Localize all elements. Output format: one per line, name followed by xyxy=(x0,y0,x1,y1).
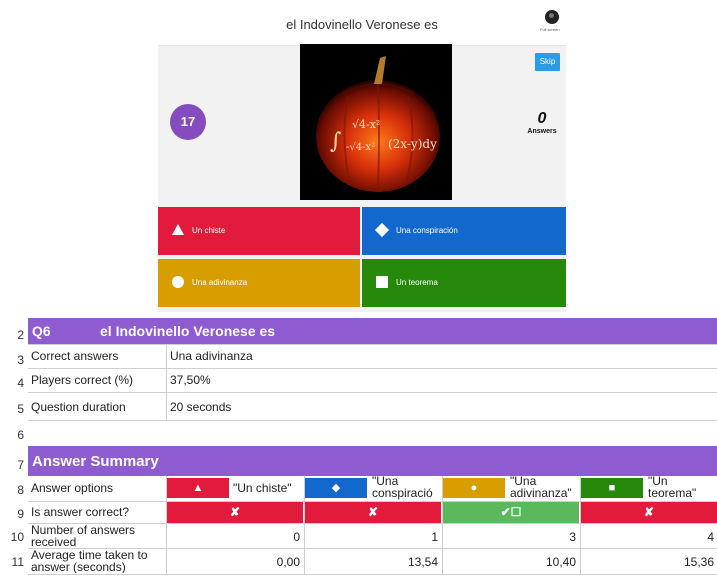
countdown-timer: 17 xyxy=(170,104,206,140)
svg-text:-√4-x²: -√4-x² xyxy=(346,142,375,153)
fullscreen-icon[interactable] xyxy=(545,10,559,24)
info-row: Question duration 20 seconds xyxy=(28,392,717,420)
info-row: Players correct (%) 37,50% xyxy=(28,368,717,392)
grid-line xyxy=(28,420,717,421)
info-label: Players correct (%) xyxy=(31,373,134,387)
answer-option-text: "Una conspiració xyxy=(372,475,433,500)
row-label: Number of answers received xyxy=(31,524,136,548)
row-number: 4 xyxy=(17,376,24,390)
question-title: el Indovinello Veronese es xyxy=(286,17,438,32)
answer-option-text: "Un chiste" xyxy=(233,481,292,495)
answer-shape-cell: ● xyxy=(443,478,505,498)
row-number: 3 xyxy=(17,353,24,367)
row-label: Is answer correct? xyxy=(31,505,130,519)
answer-count-cell: 1 xyxy=(431,530,438,544)
question-id: Q6 xyxy=(32,323,51,339)
answer-count-cell: 0 xyxy=(293,530,300,544)
info-row: Correct answers Una adivinanza xyxy=(28,344,717,368)
row-number: 7 xyxy=(17,458,24,472)
avg-time-cell: 13,54 xyxy=(407,555,438,569)
avg-time-cell: 10,40 xyxy=(545,555,576,569)
info-value: 37,50% xyxy=(170,373,211,387)
answer-summary-header: Answer Summary xyxy=(28,446,717,476)
grid-line xyxy=(580,476,581,574)
info-value: Una adivinanza xyxy=(170,349,253,363)
diamond-icon xyxy=(374,222,390,238)
row-number: 9 xyxy=(17,507,24,521)
row-label: Answer options xyxy=(31,481,114,495)
grid-line xyxy=(304,476,305,574)
answer-option-green[interactable]: Un teorema xyxy=(362,259,566,307)
row-number: 8 xyxy=(17,483,24,497)
row-number: 11 xyxy=(11,555,24,569)
answer-count-cell: 4 xyxy=(707,530,714,544)
info-value: 20 seconds xyxy=(170,400,232,414)
answer-option-yellow[interactable]: Una adivinanza xyxy=(158,259,360,307)
results-spreadsheet: 2 3 4 5 6 7 8 9 10 11 Q6 el Indovinello … xyxy=(0,316,717,583)
answers-count-label: Answers xyxy=(527,128,557,135)
svg-text:(2x-y)dy: (2x-y)dy xyxy=(388,137,437,151)
answer-shape-cell: ◆ xyxy=(305,478,367,498)
avg-time-cell: 0,00 xyxy=(276,555,300,569)
row-number: 5 xyxy=(17,402,24,416)
pumpkin-formula-image: ∫ √4-x² -√4-x² (2x-y)dy xyxy=(300,44,452,200)
answer-label: Una adivinanza xyxy=(192,278,248,287)
fullscreen-caption: Full screen xyxy=(540,27,560,32)
answer-count-cell: 3 xyxy=(569,530,576,544)
grid-line xyxy=(166,476,167,574)
answer-option-text: "Una adivinanza" xyxy=(510,475,572,500)
answer-summary-title: Answer Summary xyxy=(32,453,159,470)
grid-line xyxy=(28,574,717,575)
quiz-header: el Indovinello Veronese es Full screen xyxy=(158,0,566,46)
question-header-row: Q6 el Indovinello Veronese es xyxy=(28,318,717,344)
answer-label: Un chiste xyxy=(192,226,226,235)
info-label: Question duration xyxy=(31,400,126,414)
row-number: 6 xyxy=(17,428,24,442)
info-label: Correct answers xyxy=(31,349,119,363)
grid-line xyxy=(166,344,167,420)
answer-label: Un teorema xyxy=(396,278,438,287)
answer-label: Una conspiración xyxy=(396,226,458,235)
svg-text:∫: ∫ xyxy=(330,129,342,154)
answer-option-blue[interactable]: Una conspiración xyxy=(362,207,566,255)
answer-shape-cell: ▲ xyxy=(167,478,229,498)
correct-flag-cell: ✘ xyxy=(167,502,303,523)
circle-icon xyxy=(172,276,184,288)
correct-flag-cell: ✘ xyxy=(305,502,441,523)
answer-option-red[interactable]: Un chiste xyxy=(158,207,360,255)
svg-text:√4-x²: √4-x² xyxy=(352,118,380,131)
row-number: 2 xyxy=(17,328,24,342)
answer-option-text: "Un teorema" xyxy=(648,475,697,500)
answers-count-number: 0 xyxy=(537,110,547,127)
correct-flag-cell: ✔☐ xyxy=(443,502,579,523)
square-icon xyxy=(376,276,388,288)
question-text: el Indovinello Veronese es xyxy=(100,323,276,339)
question-image: ∫ √4-x² -√4-x² (2x-y)dy xyxy=(300,44,452,200)
row-number: 10 xyxy=(10,530,24,544)
answers-counter: 0 Answers xyxy=(520,110,564,135)
skip-button[interactable]: Skip xyxy=(535,53,560,71)
quiz-screen: el Indovinello Veronese es Full screen S… xyxy=(158,0,566,312)
grid-line xyxy=(442,476,443,574)
answer-shape-cell: ■ xyxy=(581,478,643,498)
row-label: Average time taken to answer (seconds) xyxy=(31,549,148,573)
triangle-icon xyxy=(172,224,184,236)
avg-time-cell: 15,36 xyxy=(683,555,714,569)
correct-flag-cell: ✘ xyxy=(581,502,717,523)
